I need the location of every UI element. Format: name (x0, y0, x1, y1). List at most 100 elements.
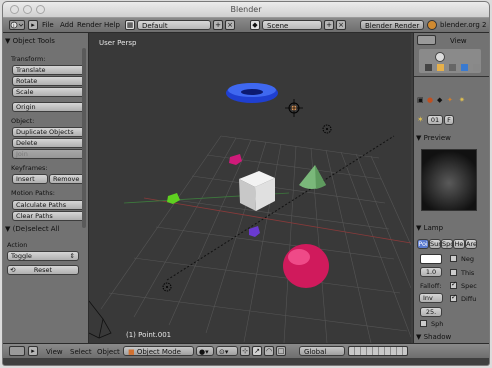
remove-keyframe-button[interactable]: Remove (49, 174, 85, 184)
collapse-menus-icon[interactable]: ▸ (28, 20, 38, 30)
duplicate-objects-button[interactable]: Duplicate Objects (12, 127, 85, 137)
outliner-area[interactable] (419, 49, 481, 73)
user-count-field[interactable]: 01 (427, 115, 443, 125)
menu-view[interactable]: View (46, 348, 63, 356)
falloff-label: Falloff: (420, 282, 442, 290)
lamp-color-swatch[interactable] (420, 254, 442, 264)
clear-paths-button[interactable]: Clear Paths (12, 211, 85, 221)
layer-buttons[interactable] (348, 346, 408, 356)
sphere-label: Sph (431, 320, 444, 328)
collapse-arrow-icon: ▼ (416, 224, 424, 232)
tool-shelf-scrollbar[interactable] (82, 48, 86, 228)
world-tab-icon[interactable]: ● (427, 96, 433, 104)
3d-viewport[interactable]: User Persp (1) Point.001 (89, 33, 411, 343)
mode-dropdown[interactable]: ■ Object Mode (123, 346, 194, 356)
menu-render[interactable]: Render (77, 21, 102, 29)
insert-keyframe-button[interactable]: Insert (12, 174, 48, 184)
falloff-dropdown[interactable]: Inv (419, 293, 443, 303)
outliner-editor-type-icon[interactable] (417, 35, 436, 45)
calculate-paths-button[interactable]: Calculate Paths (12, 200, 85, 210)
scale-button[interactable]: Scale (12, 87, 85, 97)
collapse-menus-icon[interactable]: ▸ (28, 346, 38, 356)
world-icon[interactable] (435, 52, 445, 62)
empty-point-icon[interactable] (322, 124, 332, 134)
object-tab-icon[interactable]: ◆ (437, 96, 442, 104)
scene-dropdown[interactable]: Scene (262, 20, 322, 30)
delete-button[interactable]: Delete (12, 138, 85, 148)
menu-file[interactable]: File (42, 21, 54, 29)
origin-button[interactable]: Origin (12, 102, 85, 112)
distance-field[interactable]: 25. (420, 307, 442, 317)
deselect-all-header[interactable]: ▼ (De)select All (5, 225, 59, 233)
mode-icon: ■ (128, 348, 137, 356)
torus-object[interactable] (226, 83, 278, 103)
add-layout-icon[interactable]: + (213, 20, 223, 30)
lamp-type-point[interactable]: Poi (417, 239, 429, 249)
scene-icon[interactable]: ◆ (250, 20, 260, 30)
lamp-data-icon: ✶ (417, 115, 424, 124)
screen-layout-icon[interactable]: ▦ (125, 20, 135, 30)
manipulator-toggle-icon[interactable]: ⊹ (240, 346, 250, 356)
lamp-datablock-row: ✶ 01 F (417, 115, 475, 126)
delete-scene-icon[interactable]: × (336, 20, 346, 30)
translate-manipulator-icon[interactable]: ↗ (252, 346, 262, 356)
outliner-type-icon[interactable] (461, 64, 468, 71)
data-tab-icon[interactable]: ✦ (447, 96, 453, 104)
outliner-type-icon[interactable] (425, 64, 432, 71)
render-tab-icon[interactable]: ▣ (417, 96, 424, 104)
small-purple-object[interactable] (249, 226, 260, 237)
lamp-header[interactable]: ▼ Lamp (416, 224, 443, 232)
pivot-dropdown[interactable]: ⊙▾ (216, 346, 238, 356)
outliner-view-menu[interactable]: View (450, 37, 467, 45)
negative-checkbox[interactable] (450, 255, 457, 262)
cone-object[interactable] (299, 165, 326, 189)
fake-user-button[interactable]: F (444, 115, 454, 125)
action-label: Action (7, 241, 28, 249)
scale-manipulator-icon[interactable]: □ (276, 346, 286, 356)
rotate-manipulator-icon[interactable]: ◠ (264, 346, 274, 356)
add-scene-icon[interactable]: + (324, 20, 334, 30)
join-button[interactable]: Join (12, 149, 85, 159)
lamp-type-area[interactable]: Are (465, 239, 477, 249)
action-dropdown[interactable]: Toggle ⇕ (7, 251, 79, 261)
render-engine-dropdown[interactable]: Blender Render (360, 20, 424, 30)
viewport-shading-dropdown[interactable]: ●▾ (196, 346, 214, 356)
screen-layout-dropdown[interactable]: Default (137, 20, 211, 30)
lamp-type-spot[interactable]: Spo (441, 239, 453, 249)
menu-help[interactable]: Help (104, 21, 120, 29)
this-layer-checkbox[interactable] (450, 269, 457, 276)
reset-button[interactable]: ⟲ Reset (7, 265, 79, 275)
lamp-type-sun[interactable]: Sur (429, 239, 441, 249)
translate-button[interactable]: Translate (12, 65, 85, 75)
lamp-icon[interactable] (285, 99, 303, 117)
diffuse-checkbox[interactable]: ✓ (450, 293, 457, 302)
specular-checkbox[interactable]: ✓ (450, 280, 457, 289)
object-tools-header[interactable]: ▼ Object Tools (5, 37, 55, 45)
info-header: i ▸ File Add Render Help ▦ Default + × ◆… (3, 18, 489, 33)
transform-orientation-dropdown[interactable]: Global (299, 346, 345, 356)
delete-layout-icon[interactable]: × (225, 20, 235, 30)
title-bar: Blender (3, 2, 489, 18)
menu-add[interactable]: Add (60, 21, 74, 29)
preview-header[interactable]: ▼ Preview (416, 134, 451, 142)
rotate-button[interactable]: Rotate (12, 76, 85, 86)
outliner-type-icon[interactable] (437, 64, 444, 71)
menu-object[interactable]: Object (97, 348, 120, 356)
shadow-header[interactable]: ▼ Shadow (416, 333, 451, 341)
small-magenta-object[interactable] (229, 154, 242, 165)
sphere-checkbox[interactable] (420, 320, 427, 327)
view3d-editor-type-icon[interactable] (9, 346, 25, 356)
camera-object[interactable] (89, 300, 112, 339)
window-title: Blender (230, 5, 262, 14)
lamp-tab-icon[interactable]: ✷ (459, 96, 465, 104)
selected-point-lamp-icon[interactable] (162, 282, 172, 292)
dropdown-arrows-icon: ⇕ (69, 252, 75, 260)
menu-select[interactable]: Select (70, 348, 92, 356)
sphere-object[interactable] (283, 244, 329, 288)
lamp-type-hemi[interactable]: He (453, 239, 465, 249)
outliner-type-icon[interactable] (449, 64, 456, 71)
small-green-object[interactable] (167, 193, 180, 204)
outliner-type-icon[interactable] (473, 64, 480, 71)
editor-type-icon[interactable]: i (9, 20, 25, 30)
energy-field[interactable]: 1.0 (420, 267, 442, 277)
